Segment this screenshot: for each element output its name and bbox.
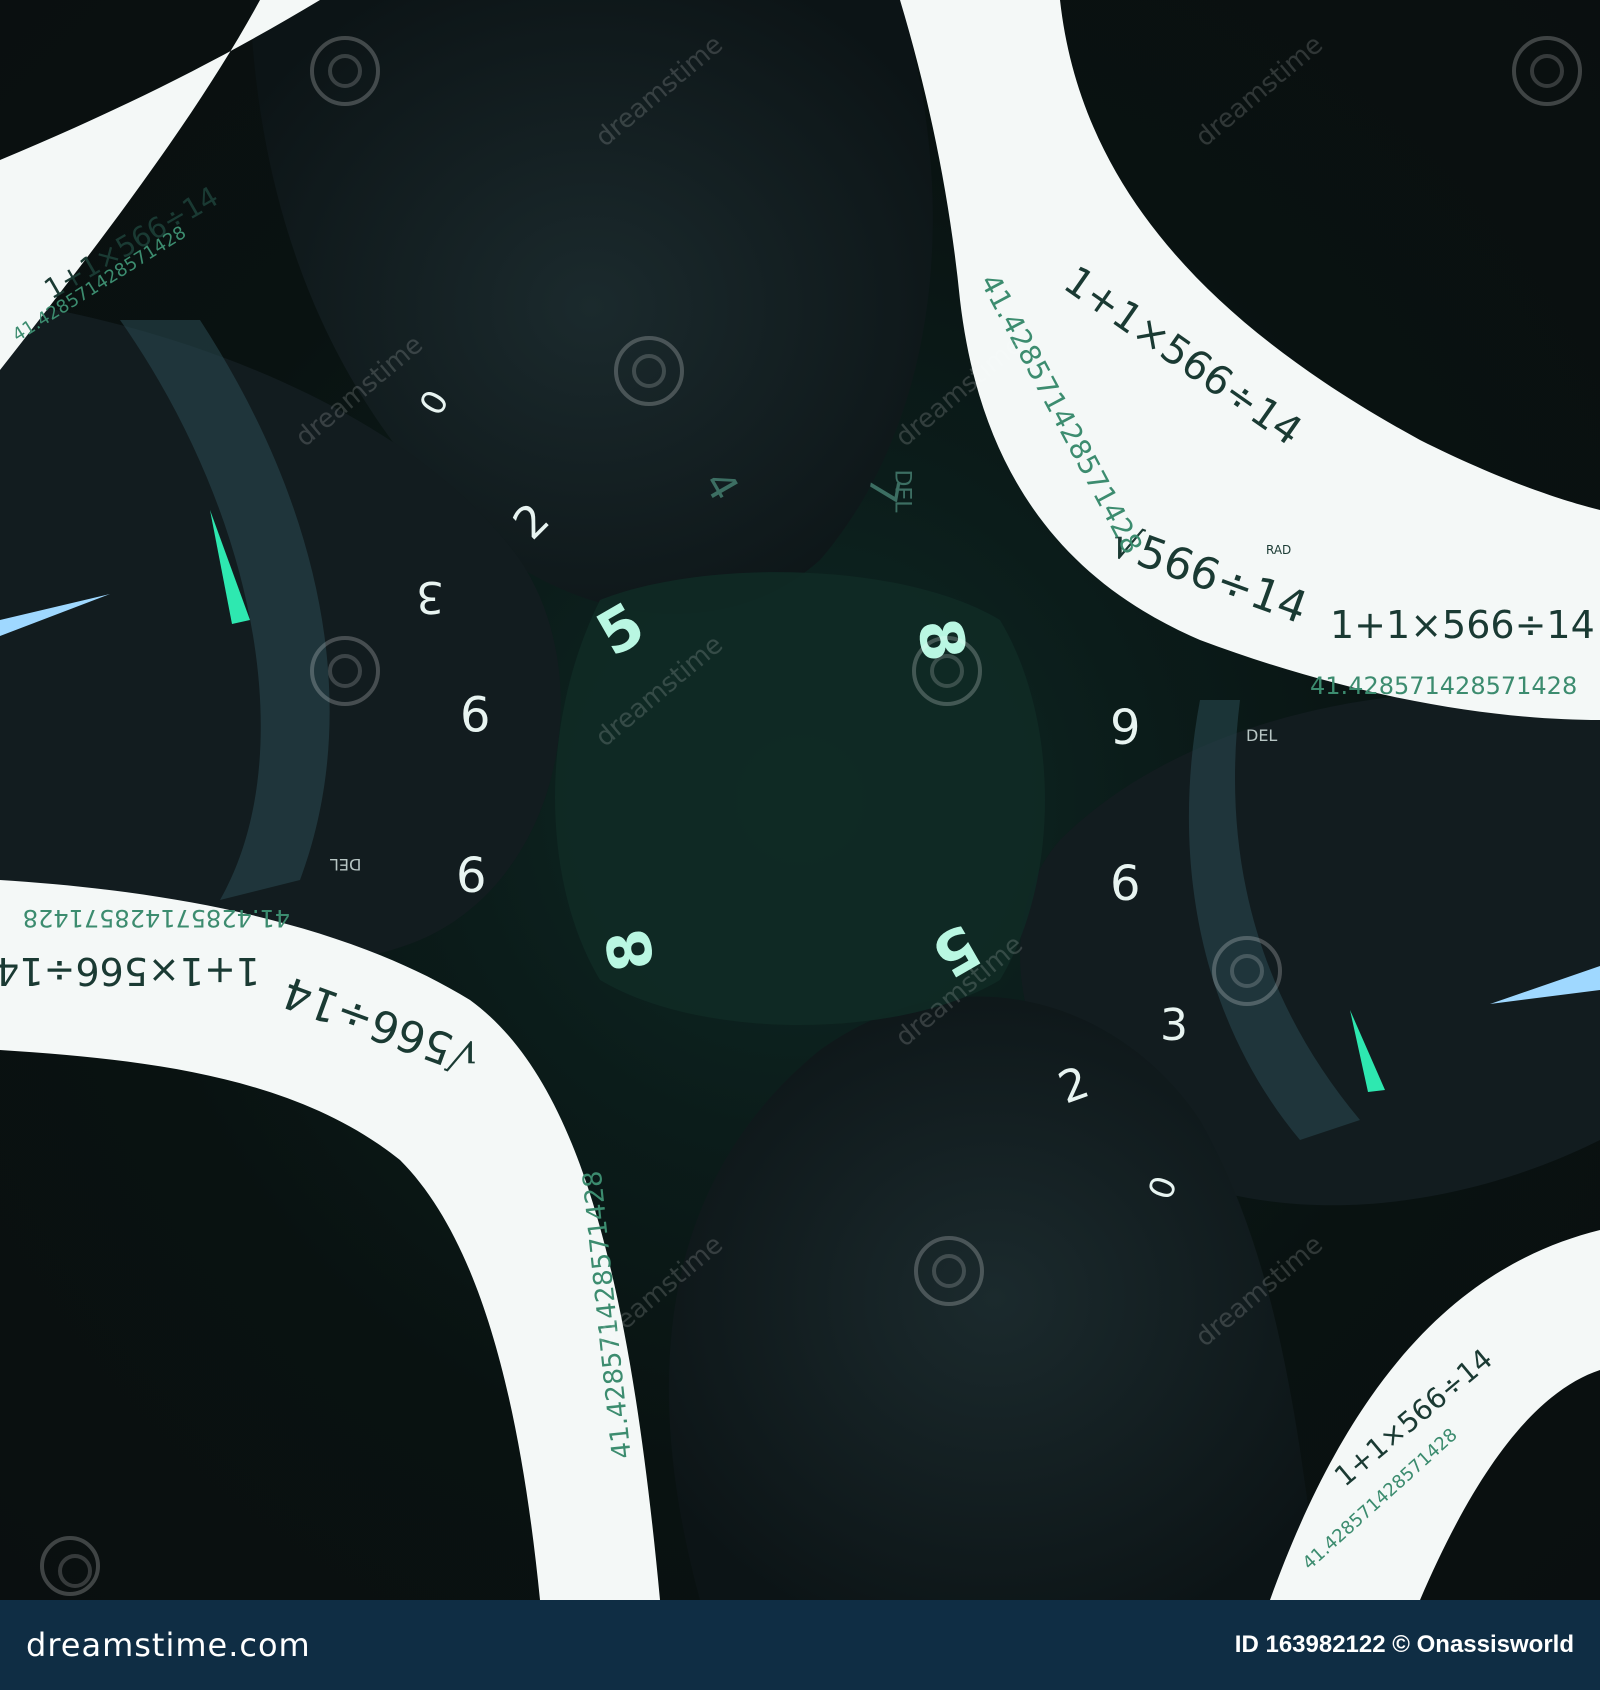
watermark-spiral-5: [310, 636, 380, 706]
key-del-label-center: DEL: [889, 469, 915, 513]
digit-3-upper: 3: [416, 571, 444, 622]
watermark-spiral-4: [1212, 936, 1282, 1006]
key-del-label-left: DEL: [330, 855, 362, 874]
key-rad-label: RAD: [1266, 543, 1292, 557]
digit-9-right: 9: [1110, 700, 1141, 756]
digit-9-left: 9: [460, 684, 491, 740]
watermark-spiral-3: [912, 636, 982, 706]
footer-logo[interactable]: dreamstime.com: [26, 1626, 311, 1664]
ribbon-result-bottom-left: 41.428571428571428: [22, 904, 290, 932]
digit-6-right: 6: [1110, 856, 1141, 912]
watermark-spiral-6: [914, 1236, 984, 1306]
watermark-spiral-7: [40, 1536, 100, 1596]
watermark-spiral-8: [1512, 36, 1582, 106]
ribbon-result-top-right: 41.428571428571428: [1310, 672, 1578, 700]
watermark-spiral-1: [310, 36, 380, 106]
digit-6-left: 6: [456, 848, 487, 904]
artwork-shapes: [0, 0, 1600, 1600]
footer-bar: dreamstime.com ID 163982122 © Onassiswor…: [0, 1600, 1600, 1690]
kaleidoscope-artwork: 5 8 8 5 6 6 9 9 2 3 2 3 0 0 7 4 1+1×566÷…: [0, 0, 1600, 1600]
ribbon-expression-top-right: 1+1×566÷14: [1330, 603, 1595, 647]
footer-credit: ID 163982122 © Onassisworld: [1234, 1631, 1574, 1658]
key-del-label-right: DEL: [1246, 726, 1278, 745]
watermark-spiral-2: [614, 336, 684, 406]
ribbon-expression-bottom-left: 1+1×566÷14: [0, 949, 260, 993]
digit-3-lower: 3: [1160, 1000, 1188, 1051]
